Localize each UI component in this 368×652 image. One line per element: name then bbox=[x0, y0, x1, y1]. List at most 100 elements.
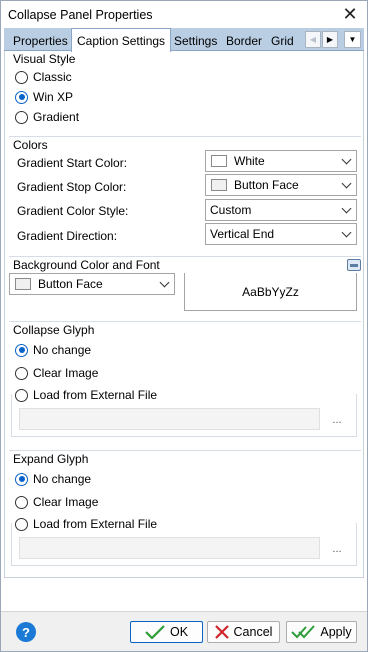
button-label: Cancel bbox=[233, 625, 273, 639]
group-title: Visual Style bbox=[13, 52, 76, 66]
collapse-file-path-input[interactable] bbox=[19, 408, 320, 430]
tab-properties[interactable]: Properties bbox=[13, 30, 68, 51]
color-swatch bbox=[211, 155, 227, 167]
radio-collapse-clear-image[interactable]: Clear Image bbox=[15, 366, 98, 380]
gradient-start-color-combo[interactable]: White bbox=[205, 150, 357, 172]
combo-value: Custom bbox=[210, 203, 252, 217]
radio-indicator[interactable] bbox=[15, 366, 28, 380]
radio-indicator[interactable] bbox=[15, 110, 28, 124]
button-label: OK bbox=[169, 625, 189, 639]
triangle-left-icon: ◀ bbox=[309, 35, 317, 44]
triangle-down-icon: ▼ bbox=[348, 35, 357, 44]
radio-collapse-load-file[interactable]: Load from External File bbox=[15, 388, 161, 402]
help-button[interactable]: ? bbox=[16, 622, 36, 642]
radio-label: No change bbox=[33, 343, 92, 357]
chevron-down-icon bbox=[340, 178, 352, 191]
double-check-icon bbox=[291, 625, 316, 639]
caption-settings-page: Visual Style Classic Win XP Gradient Col… bbox=[4, 51, 364, 578]
group-title: Background Color and Font bbox=[13, 258, 160, 272]
gradient-color-style-label: Gradient Color Style: bbox=[17, 204, 129, 218]
chevron-down-icon bbox=[158, 277, 170, 290]
group-title: Expand Glyph bbox=[13, 452, 89, 466]
properties-dialog: Collapse Panel Properties ✕ Properties C… bbox=[0, 0, 368, 652]
combo-value: Button Face bbox=[234, 178, 299, 192]
window-title: Collapse Panel Properties bbox=[8, 7, 153, 22]
tab-scroll-left-button[interactable]: ◀ bbox=[305, 31, 321, 48]
visual-style-group: Visual Style Classic Win XP Gradient bbox=[9, 51, 361, 131]
colors-group: Colors Gradient Start Color: White Gradi… bbox=[9, 136, 361, 254]
background-color-combo[interactable]: Button Face bbox=[9, 273, 175, 295]
apply-button[interactable]: Apply bbox=[286, 621, 357, 643]
cancel-button[interactable]: Cancel bbox=[207, 621, 280, 643]
collapse-section-button[interactable] bbox=[347, 259, 361, 271]
gradient-stop-color-combo[interactable]: Button Face bbox=[205, 174, 357, 196]
color-swatch bbox=[15, 278, 31, 290]
font-preview-text: AaBbYyZz bbox=[242, 284, 299, 299]
gradient-start-color-label: Gradient Start Color: bbox=[17, 156, 128, 170]
radio-label: No change bbox=[33, 472, 92, 486]
triangle-right-icon: ▶ bbox=[326, 35, 334, 44]
color-swatch bbox=[211, 179, 227, 191]
radio-indicator[interactable] bbox=[15, 70, 28, 84]
radio-expand-clear-image[interactable]: Clear Image bbox=[15, 495, 98, 509]
radio-gradient[interactable]: Gradient bbox=[15, 110, 79, 124]
radio-classic[interactable]: Classic bbox=[15, 70, 72, 84]
tab-label: Grid bbox=[271, 34, 294, 48]
combo-value: Vertical End bbox=[210, 227, 275, 241]
close-icon: ✕ bbox=[342, 4, 358, 24]
radio-expand-no-change[interactable]: No change bbox=[15, 472, 91, 486]
radio-win-xp[interactable]: Win XP bbox=[15, 90, 73, 104]
tab-settings[interactable]: Settings bbox=[174, 30, 217, 51]
radio-indicator[interactable] bbox=[15, 90, 28, 104]
radio-label: Win XP bbox=[33, 90, 74, 104]
expand-file-path-input[interactable] bbox=[19, 537, 320, 559]
tab-list-button[interactable]: ▼ bbox=[344, 31, 361, 48]
group-title: Collapse Glyph bbox=[13, 323, 95, 337]
collapse-browse-button[interactable]: ... bbox=[327, 408, 347, 430]
check-icon bbox=[145, 625, 165, 639]
help-icon: ? bbox=[22, 624, 30, 640]
tab-caption-settings[interactable]: Caption Settings bbox=[71, 28, 171, 52]
chevron-down-icon bbox=[340, 227, 352, 240]
radio-label: Classic bbox=[33, 70, 72, 84]
tab-label: Properties bbox=[13, 34, 68, 48]
button-label: Apply bbox=[320, 625, 352, 639]
chevron-down-icon bbox=[340, 154, 352, 167]
radio-label: Clear Image bbox=[33, 495, 99, 509]
tab-border[interactable]: Border bbox=[226, 30, 262, 51]
minus-icon bbox=[350, 263, 358, 267]
gradient-direction-label: Gradient Direction: bbox=[17, 229, 118, 243]
tab-label: Border bbox=[226, 34, 263, 48]
tab-grid[interactable]: Grid bbox=[271, 30, 294, 51]
radio-indicator[interactable] bbox=[15, 517, 28, 531]
gradient-stop-color-label: Gradient Stop Color: bbox=[17, 180, 127, 194]
radio-indicator[interactable] bbox=[15, 388, 28, 402]
radio-indicator[interactable] bbox=[15, 472, 28, 486]
tab-label: Caption Settings bbox=[77, 34, 166, 48]
x-icon bbox=[214, 625, 229, 639]
chevron-down-icon bbox=[340, 203, 352, 216]
radio-label: Clear Image bbox=[33, 366, 99, 380]
font-preview-button[interactable]: AaBbYyZz bbox=[184, 273, 357, 311]
radio-label: Load from External File bbox=[33, 517, 158, 531]
title-bar: Collapse Panel Properties bbox=[1, 1, 367, 28]
tab-scroll-right-button[interactable]: ▶ bbox=[322, 31, 338, 48]
gradient-color-style-combo[interactable]: Custom bbox=[205, 199, 357, 221]
group-title: Colors bbox=[13, 138, 48, 152]
expand-browse-button[interactable]: ... bbox=[327, 537, 347, 559]
collapse-glyph-group: Collapse Glyph No change Clear Image Loa… bbox=[9, 321, 361, 445]
expand-glyph-group: Expand Glyph No change Clear Image Load … bbox=[9, 450, 361, 574]
radio-indicator[interactable] bbox=[15, 495, 28, 509]
combo-value: Button Face bbox=[38, 277, 103, 291]
background-group: Background Color and Font Button Face Aa… bbox=[9, 256, 361, 318]
radio-collapse-no-change[interactable]: No change bbox=[15, 343, 91, 357]
gradient-direction-combo[interactable]: Vertical End bbox=[205, 223, 357, 245]
radio-indicator[interactable] bbox=[15, 343, 28, 357]
ok-button[interactable]: OK bbox=[130, 621, 203, 643]
radio-label: Load from External File bbox=[33, 388, 158, 402]
close-button[interactable]: ✕ bbox=[339, 4, 361, 24]
radio-label: Gradient bbox=[33, 110, 80, 124]
tab-strip: Properties Caption Settings Settings Bor… bbox=[4, 28, 364, 52]
radio-expand-load-file[interactable]: Load from External File bbox=[15, 517, 161, 531]
tab-label: Settings bbox=[174, 34, 218, 48]
